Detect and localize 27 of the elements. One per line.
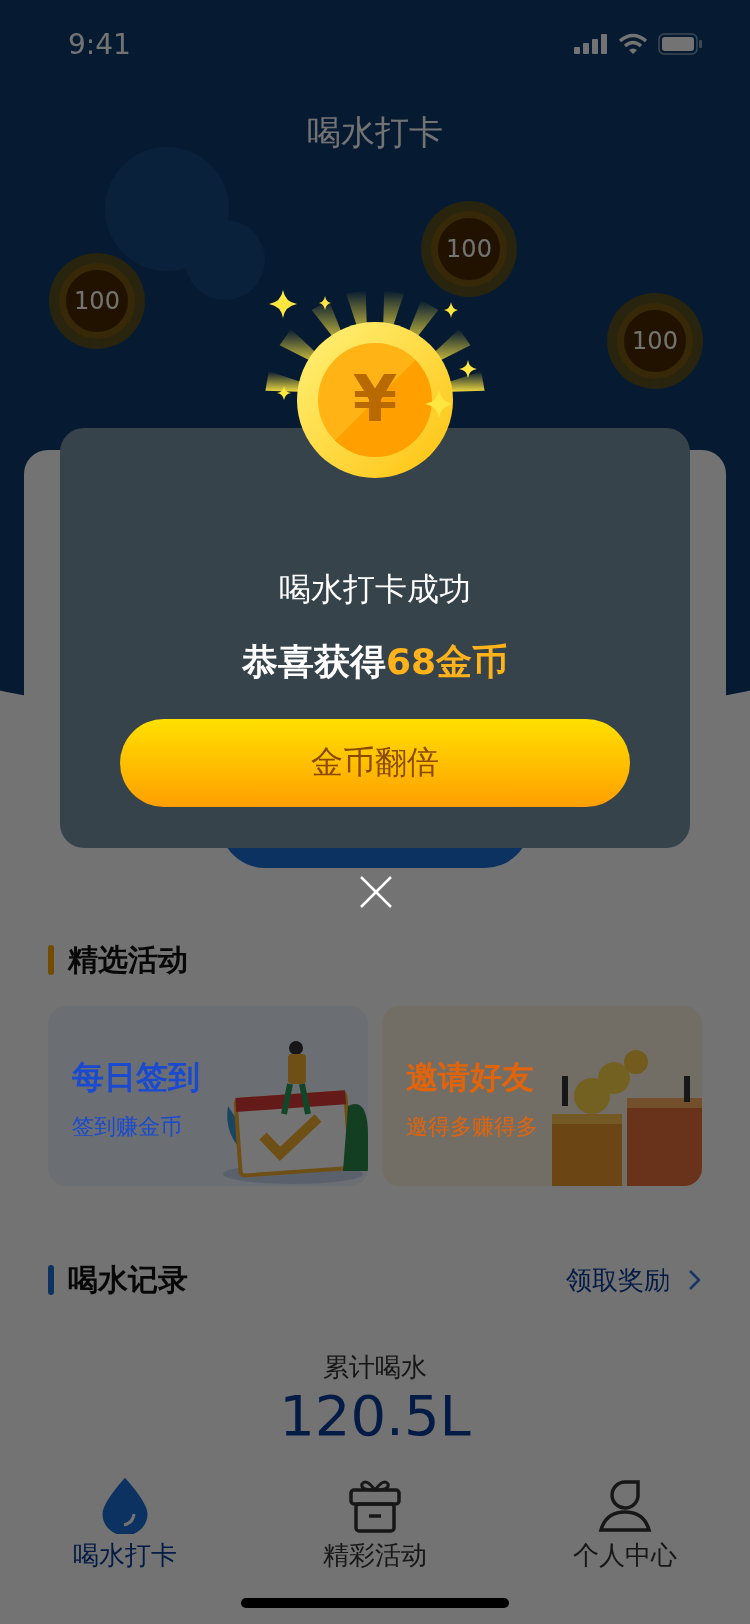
- signal-icon: [574, 34, 608, 54]
- total-value: 120.5L: [278, 1384, 472, 1448]
- activity-title: 邀请好友: [406, 1057, 535, 1098]
- total-label: 累计喝水: [322, 1351, 428, 1384]
- section-title: 喝水记录: [68, 1260, 188, 1299]
- water-drop-icon: [100, 1478, 150, 1534]
- claim-reward-link[interactable]: 领取奖励: [566, 1262, 702, 1298]
- yen-sign: ¥: [352, 362, 398, 436]
- wifi-icon: [618, 33, 648, 55]
- section-marker: [48, 945, 54, 975]
- status-time: 9:41: [68, 27, 131, 61]
- page-title: 喝水打卡: [307, 111, 443, 154]
- activity-subtitle: 邀得多赚得多: [406, 1113, 538, 1141]
- tab-item[interactable]: 精彩活动: [275, 1478, 475, 1573]
- double-coins-button[interactable]: 金币翻倍: [120, 719, 630, 807]
- activity-title: 每日签到: [72, 1057, 200, 1098]
- activity-subtitle: 签到赚金币: [72, 1113, 183, 1141]
- dialog-title: 喝水打卡成功: [279, 569, 471, 610]
- person-icon: [598, 1478, 652, 1534]
- close-icon[interactable]: [358, 874, 394, 910]
- section-marker: [48, 1265, 54, 1295]
- reward-message: 恭喜获得68金币: [241, 640, 509, 684]
- chevron-right-icon: [688, 1269, 702, 1291]
- tab-item[interactable]: 喝水打卡: [25, 1478, 225, 1573]
- tab-item[interactable]: 个人中心: [525, 1478, 725, 1573]
- section-title: 精选活动: [68, 940, 188, 979]
- gift-icon: [348, 1478, 402, 1534]
